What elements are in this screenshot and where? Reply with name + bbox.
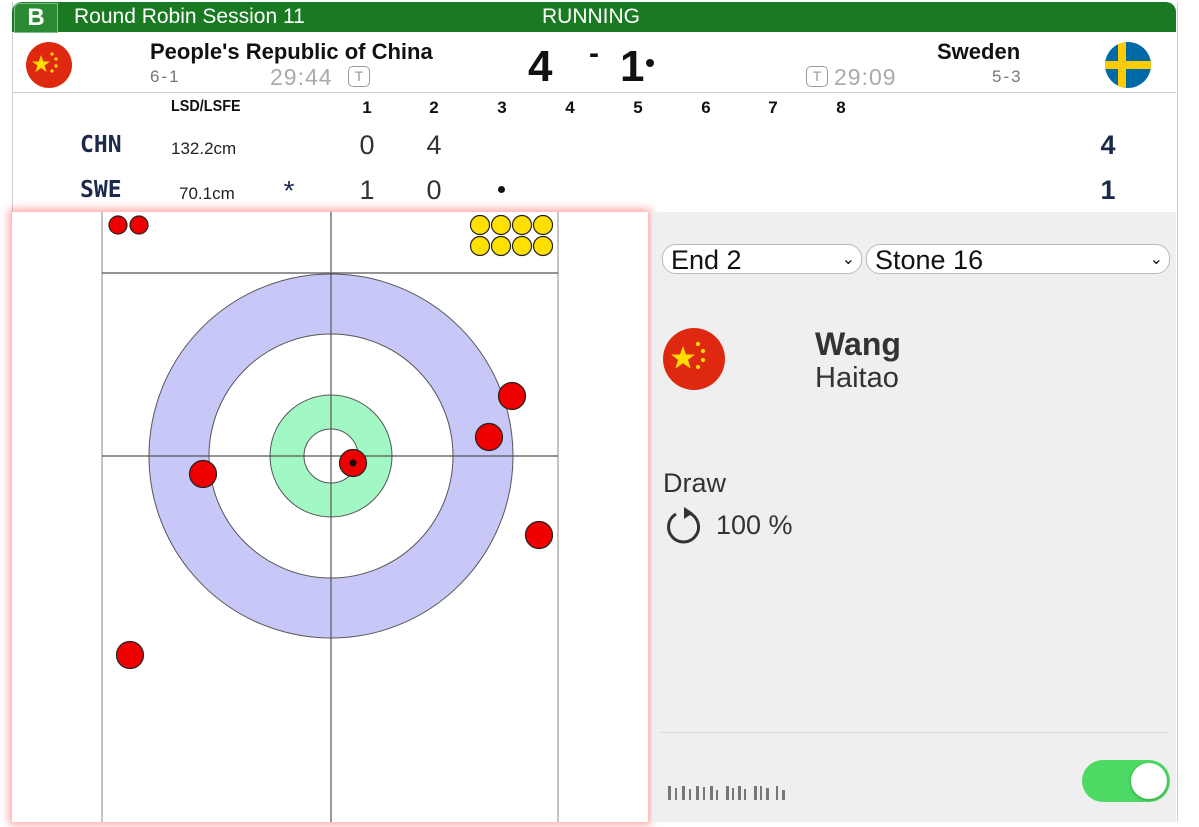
end-number-6: 6 (701, 98, 711, 117)
end-number-1: 1 (362, 98, 372, 117)
home-end-1-score: 0 (359, 130, 375, 160)
end-number-7: 7 (768, 98, 778, 117)
end-number-2: 2 (429, 98, 439, 117)
red-remaining-stones (108, 215, 149, 235)
home-abbr: CHN (80, 132, 122, 158)
shot-type: Draw (663, 468, 727, 498)
hammer-indicator (646, 59, 654, 67)
chevron-down-icon: ⌄ (841, 251, 855, 268)
end-3-hammer-dot (498, 186, 505, 193)
lsfe-marker: * (283, 175, 295, 206)
lsd-header: LSD/LSFE (171, 98, 241, 115)
home-team-record: 6-1 (150, 67, 181, 86)
panel-divider (661, 732, 1169, 733)
end-number-5: 5 (633, 98, 643, 117)
away-team-record: 5-3 (992, 67, 1023, 86)
player-china-flag-icon (663, 328, 725, 390)
away-lsd: 70.1cm (179, 184, 235, 203)
home-time-clock: 29:44 (270, 64, 333, 90)
stone-select[interactable]: Stone 16 ⌄ (866, 244, 1170, 275)
away-timeout-icon: T (806, 66, 828, 87)
shot-percentage: 100 % (716, 510, 793, 540)
home-timeout-icon: T (348, 66, 370, 87)
end-select-value: End 2 (671, 245, 742, 275)
away-end-2-score: 0 (426, 175, 442, 205)
rotate-clockwise-icon (664, 505, 704, 547)
house-diagram (101, 212, 559, 822)
session-title: Round Robin Session 11 (74, 5, 305, 28)
score-separator: - (589, 37, 599, 70)
chevron-down-icon: ⌄ (1149, 251, 1163, 268)
away-abbr: SWE (80, 177, 122, 203)
home-linescore-total: 4 (1100, 130, 1116, 160)
game-status: RUNNING (542, 5, 640, 28)
sweden-flag-icon (1105, 42, 1151, 88)
yellow-remaining-stones (469, 214, 554, 257)
player-first-name: Haitao (815, 362, 899, 394)
home-team-name: People's Republic of China (150, 39, 433, 64)
away-total-score: 1 (620, 42, 645, 91)
away-end-1-score: 1 (359, 175, 375, 205)
player-last-name: Wang (815, 326, 901, 362)
china-flag-icon (26, 42, 72, 88)
header-divider (12, 92, 1176, 93)
end-number-3: 3 (497, 98, 507, 117)
curling-sheet (12, 212, 648, 822)
home-total-score: 4 (528, 42, 553, 91)
toggle-knob (1131, 763, 1167, 799)
display-toggle[interactable] (1082, 760, 1170, 802)
end-number-8: 8 (836, 98, 846, 117)
away-linescore-total: 1 (1100, 175, 1116, 205)
home-lsd: 132.2cm (171, 139, 237, 158)
end-select[interactable]: End 2 ⌄ (662, 244, 862, 275)
away-time-clock: 29:09 (834, 64, 897, 90)
stone-select-value: Stone 16 (875, 245, 984, 275)
faded-label (666, 782, 790, 810)
away-team-name: Sweden (937, 39, 1021, 64)
home-end-2-score: 4 (426, 130, 442, 160)
group-badge: B (14, 3, 58, 33)
end-number-4: 4 (565, 98, 575, 117)
